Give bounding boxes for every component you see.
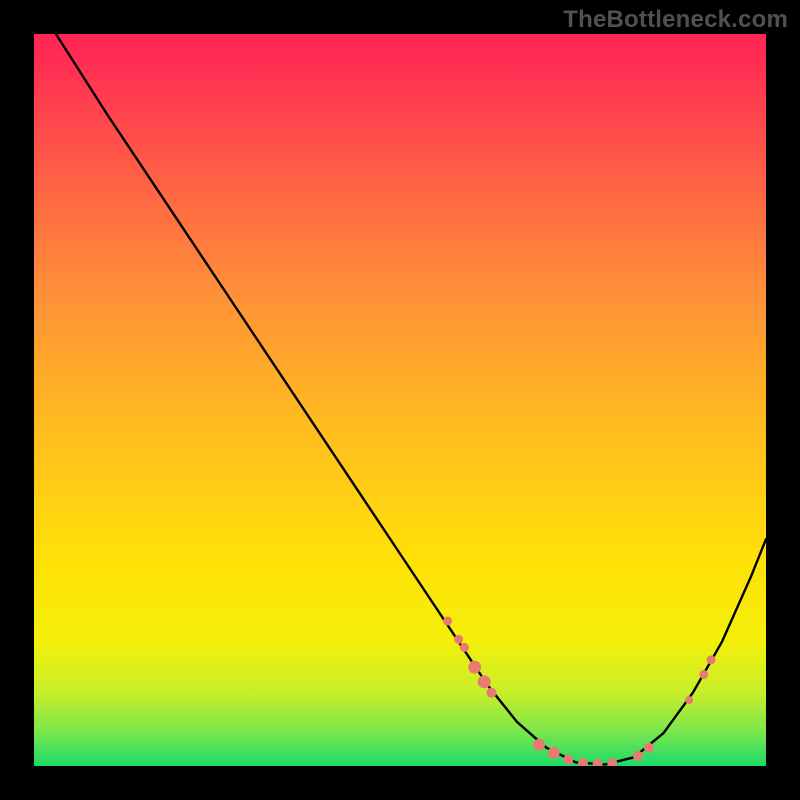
highlight-dot xyxy=(533,739,545,751)
highlight-dot xyxy=(685,696,693,704)
highlight-dot xyxy=(487,688,497,698)
gradient-bg xyxy=(34,34,766,766)
highlight-dot xyxy=(443,617,452,626)
highlight-dot xyxy=(478,675,491,688)
highlight-dot xyxy=(548,747,560,759)
watermark-text: TheBottleneck.com xyxy=(563,6,788,34)
highlight-dot xyxy=(633,751,643,761)
highlight-dot xyxy=(460,643,469,652)
highlight-dot xyxy=(699,670,708,679)
plot-svg xyxy=(34,34,766,766)
highlight-dot xyxy=(644,743,654,753)
chart-container: TheBottleneck.com xyxy=(0,0,800,800)
highlight-dot xyxy=(563,754,573,764)
highlight-dot xyxy=(454,635,463,644)
plot-area xyxy=(34,34,766,766)
highlight-dot xyxy=(707,655,716,664)
highlight-dot xyxy=(468,661,481,674)
